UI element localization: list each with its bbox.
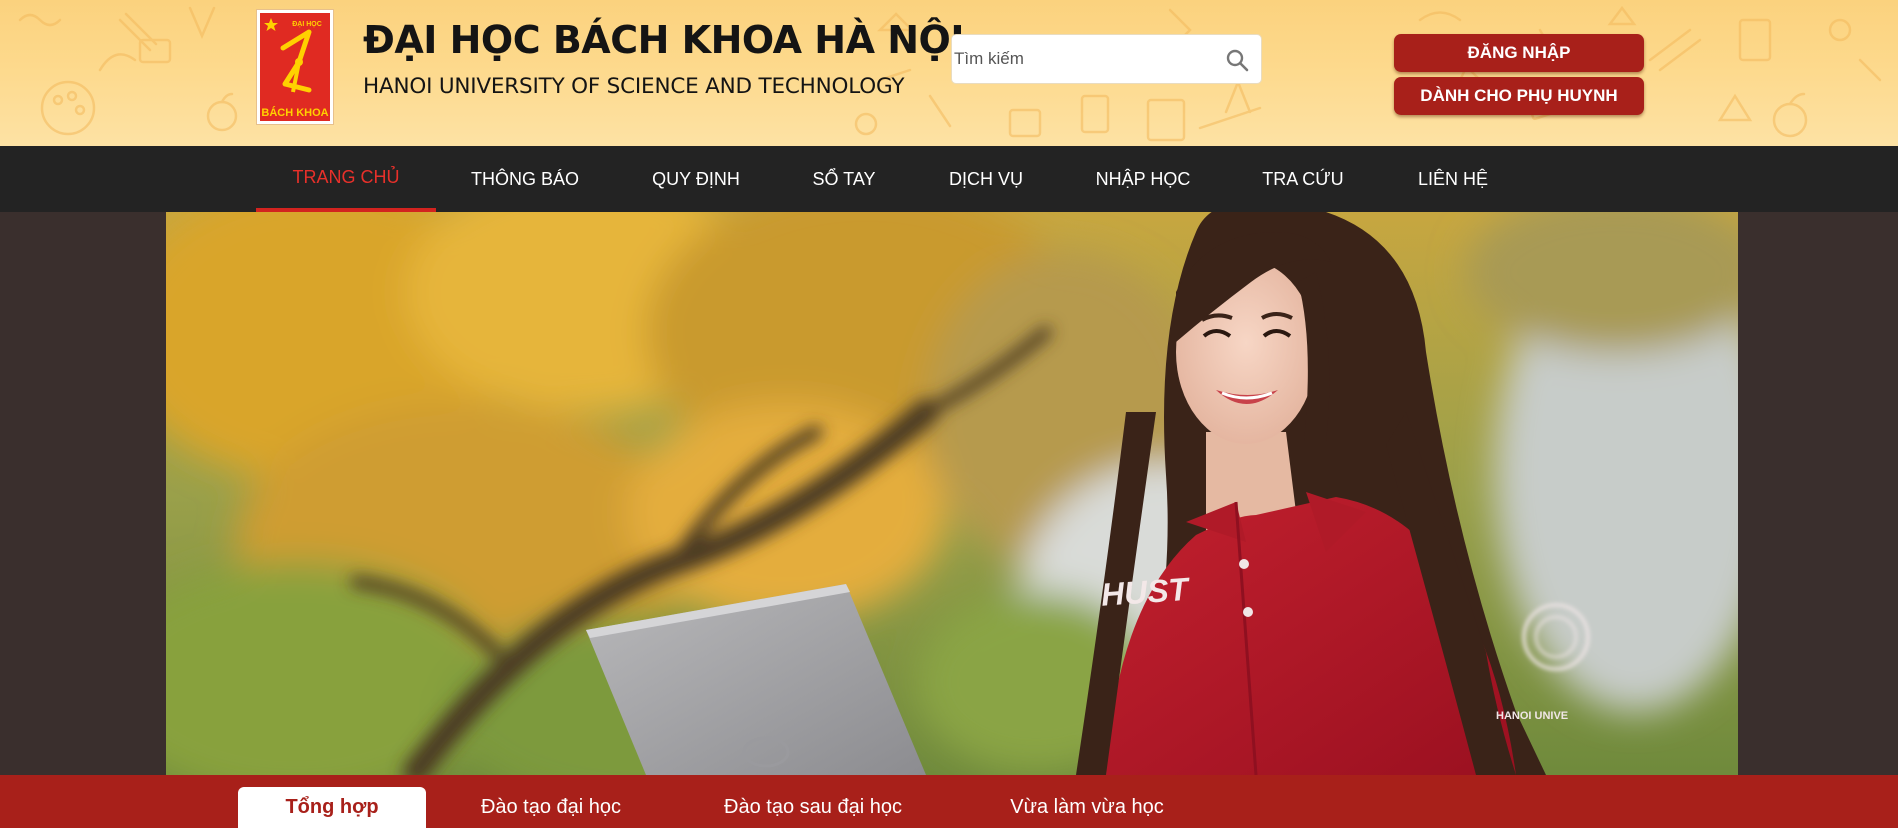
tab-undergraduate[interactable]: Đào tạo đại học	[460, 787, 642, 828]
hero-banner-image[interactable]: HUST HANOI UNIVE	[166, 212, 1738, 775]
nav-item-contact[interactable]: LIÊN HỆ	[1400, 146, 1506, 212]
hero-sleeve-text: HANOI UNIVE	[1496, 710, 1568, 722]
nav-item-lookup[interactable]: TRA CỨU	[1250, 146, 1356, 212]
university-logo[interactable]: ĐẠI HỌC BÁCH KHOA	[256, 9, 334, 125]
main-nav: TRANG CHỦ THÔNG BÁO QUY ĐỊNH SỔ TAY DỊCH…	[0, 146, 1898, 212]
tab-postgraduate[interactable]: Đào tạo sau đại học	[710, 787, 916, 828]
parents-button[interactable]: DÀNH CHO PHỤ HUYNH	[1394, 77, 1644, 115]
logo-top-text: ĐẠI HỌC	[292, 21, 322, 28]
nav-item-handbook[interactable]: SỔ TAY	[797, 146, 891, 212]
site-subtitle: HANOI UNIVERSITY OF SCIENCE AND TECHNOLO…	[363, 74, 905, 99]
nav-item-regulations[interactable]: QUY ĐỊNH	[628, 146, 764, 212]
search-box	[951, 34, 1262, 84]
nav-item-announcements[interactable]: THÔNG BÁO	[455, 146, 595, 212]
nav-item-services[interactable]: DỊCH VỤ	[930, 146, 1042, 212]
site-header: ĐẠI HỌC BÁCH KHOA ĐẠI HỌC BÁCH KHOA HÀ N…	[0, 0, 1898, 146]
nav-item-home[interactable]: TRANG CHỦ	[256, 146, 436, 212]
search-input[interactable]	[954, 39, 1214, 79]
nav-item-admission[interactable]: NHẬP HỌC	[1078, 146, 1208, 212]
search-icon[interactable]	[1225, 48, 1249, 72]
category-tabs: Tổng hợp Đào tạo đại học Đào tạo sau đại…	[0, 775, 1898, 828]
hero-shirt-text: HUST	[1100, 571, 1192, 613]
login-button[interactable]: ĐĂNG NHẬP	[1394, 34, 1644, 72]
hust-logo-icon: ĐẠI HỌC BÁCH KHOA	[257, 10, 333, 124]
tab-work-study[interactable]: Vừa làm vừa học	[996, 787, 1178, 828]
hero-photo: HUST HANOI UNIVE	[166, 212, 1738, 775]
site-title: ĐẠI HỌC BÁCH KHOA HÀ NỘI	[363, 18, 965, 62]
tab-general[interactable]: Tổng hợp	[238, 787, 426, 828]
logo-bottom-text: BÁCH KHOA	[261, 106, 328, 119]
